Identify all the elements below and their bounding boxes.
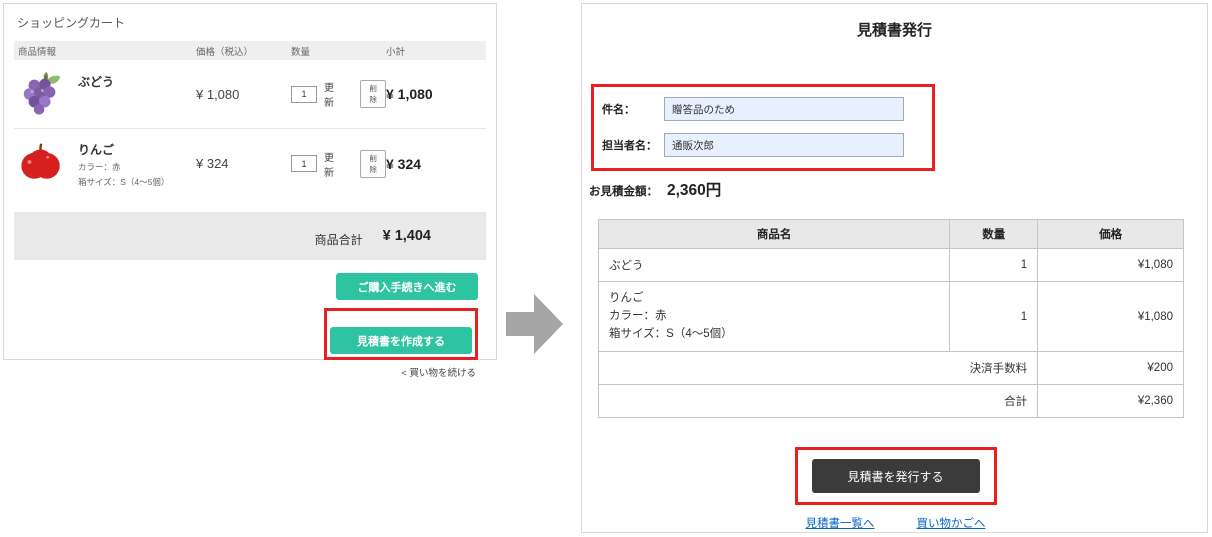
fee-label-cell: 決済手数料: [599, 352, 1038, 385]
product-info-cell: ぶどう: [14, 71, 196, 117]
checkout-button[interactable]: ご購入手続きへ進む: [336, 273, 478, 300]
estimate-amount-value: 2,360円: [667, 178, 721, 200]
table-row-total: 合計 ¥2,360: [599, 385, 1184, 418]
product-option-size: 箱サイズ：S（4～5個）: [78, 176, 169, 188]
product-option-size: 箱サイズ：S（4～5個）: [609, 326, 939, 344]
quantity-input[interactable]: [291, 86, 317, 103]
price-cell: ¥ 324: [196, 156, 291, 171]
price-cell: ¥ 1,080: [196, 87, 291, 102]
subtotal-cell: ¥ 1,080: [386, 86, 486, 102]
table-row-fee: 決済手数料 ¥200: [599, 352, 1184, 385]
col-header-quantity: 数量: [291, 44, 386, 58]
cart-total-label: 商品合計: [315, 231, 363, 248]
issue-quote-button[interactable]: 見積書を発行する: [812, 459, 980, 493]
create-quote-button[interactable]: 見積書を作成する: [330, 327, 472, 354]
annotation-highlight-issue-button: 見積書を発行する: [795, 447, 997, 505]
product-name: りんご: [609, 290, 939, 308]
product-name-cell: ぶどう: [599, 249, 950, 282]
col-header-price: 価格: [1038, 220, 1184, 249]
subtotal-cell: ¥ 324: [386, 156, 486, 172]
subject-label: 件名：: [602, 101, 664, 117]
product-text: りんご カラー：赤 箱サイズ：S（4～5個）: [78, 139, 169, 188]
product-option-color: カラー：赤: [78, 161, 169, 173]
product-info-cell: りんご カラー：赤 箱サイズ：S（4～5個）: [14, 139, 196, 188]
quote-issue-panel: 見積書発行 件名： 担当者名： お見積金額： 2,360円 商品名 数量 価格: [581, 3, 1208, 533]
price-cell: ¥1,080: [1038, 282, 1184, 352]
table-row-grapes: ぶどう 1 ¥1,080: [599, 249, 1184, 282]
cart-item-row-apple: りんご カラー：赤 箱サイズ：S（4～5個） ¥ 324 更新 削除 ¥ 324: [14, 129, 486, 198]
product-option-color: カラー：赤: [609, 308, 939, 326]
grapes-image: [18, 71, 64, 117]
price-cell: ¥1,080: [1038, 249, 1184, 282]
col-header-price: 価格（税込）: [196, 44, 291, 58]
apple-image: [18, 139, 64, 185]
col-header-subtotal: 小計: [386, 44, 486, 58]
cart-title: ショッピングカート: [4, 4, 496, 37]
back-to-cart-link[interactable]: 買い物かごへ: [917, 515, 986, 531]
table-row-apple: りんご カラー：赤 箱サイズ：S（4～5個） 1 ¥1,080: [599, 282, 1184, 352]
person-label: 担当者名：: [602, 137, 664, 153]
continue-shopping-link[interactable]: < 買い物を続ける: [401, 365, 478, 379]
cart-item-row-grapes: ぶどう ¥ 1,080 更新 削除 ¥ 1,080: [14, 60, 486, 129]
cart-total-value: ¥ 1,404: [383, 228, 431, 244]
product-name-cell: りんご カラー：赤 箱サイズ：S（4～5個）: [599, 282, 950, 352]
cart-table-header: 商品情報 価格（税込） 数量 小計: [14, 41, 486, 60]
subject-field-row: 件名：: [602, 97, 904, 121]
cart-total-bar: 商品合計 ¥ 1,404: [14, 212, 486, 260]
screenshot-stage: ショッピングカート 商品情報 価格（税込） 数量 小計: [0, 0, 1212, 537]
quote-page-title: 見積書発行: [582, 19, 1207, 40]
quantity-cell: 更新 削除: [291, 79, 386, 109]
quantity-cell: 1: [950, 282, 1038, 352]
table-header-row: 商品名 数量 価格: [599, 220, 1184, 249]
update-link[interactable]: 更新: [324, 79, 342, 109]
annotation-highlight-fields: 件名： 担当者名：: [591, 84, 935, 171]
person-field-row: 担当者名：: [602, 133, 904, 157]
update-link[interactable]: 更新: [324, 149, 342, 179]
transition-arrow: [506, 286, 564, 362]
quote-list-link[interactable]: 見積書一覧へ: [806, 515, 875, 531]
annotation-highlight-quote-button: 見積書を作成する: [324, 308, 478, 360]
col-header-quantity: 数量: [950, 220, 1038, 249]
quantity-input[interactable]: [291, 155, 317, 172]
quantity-cell: 更新 削除: [291, 149, 386, 179]
fee-value-cell: ¥200: [1038, 352, 1184, 385]
col-header-product-name: 商品名: [599, 220, 950, 249]
cart-actions: ご購入手続きへ進む 見積書を作成する < 買い物を続ける: [4, 260, 496, 379]
quote-footer-links: 見積書一覧へ 買い物かごへ: [582, 515, 1209, 531]
product-name: りんご: [78, 139, 169, 158]
person-input[interactable]: [664, 133, 904, 157]
delete-button[interactable]: 削除: [360, 150, 386, 178]
delete-button[interactable]: 削除: [360, 80, 386, 108]
product-text: ぶどう: [78, 71, 114, 90]
estimate-amount-label: お見積金額：: [589, 183, 658, 199]
estimate-amount-line: お見積金額： 2,360円: [589, 178, 721, 200]
quantity-cell: 1: [950, 249, 1038, 282]
total-label-cell: 合計: [599, 385, 1038, 418]
product-name-lines: りんご カラー：赤 箱サイズ：S（4～5個）: [609, 290, 939, 343]
right-arrow-icon: [506, 286, 564, 362]
total-value-cell: ¥2,360: [1038, 385, 1184, 418]
subject-input[interactable]: [664, 97, 904, 121]
col-header-product-info: 商品情報: [14, 44, 196, 58]
shopping-cart-panel: ショッピングカート 商品情報 価格（税込） 数量 小計: [3, 3, 497, 360]
issue-button-zone: 見積書を発行する: [582, 447, 1209, 505]
product-name: ぶどう: [78, 71, 114, 90]
quote-items-table: 商品名 数量 価格 ぶどう 1 ¥1,080 りんご カラー：赤 箱: [598, 219, 1184, 418]
